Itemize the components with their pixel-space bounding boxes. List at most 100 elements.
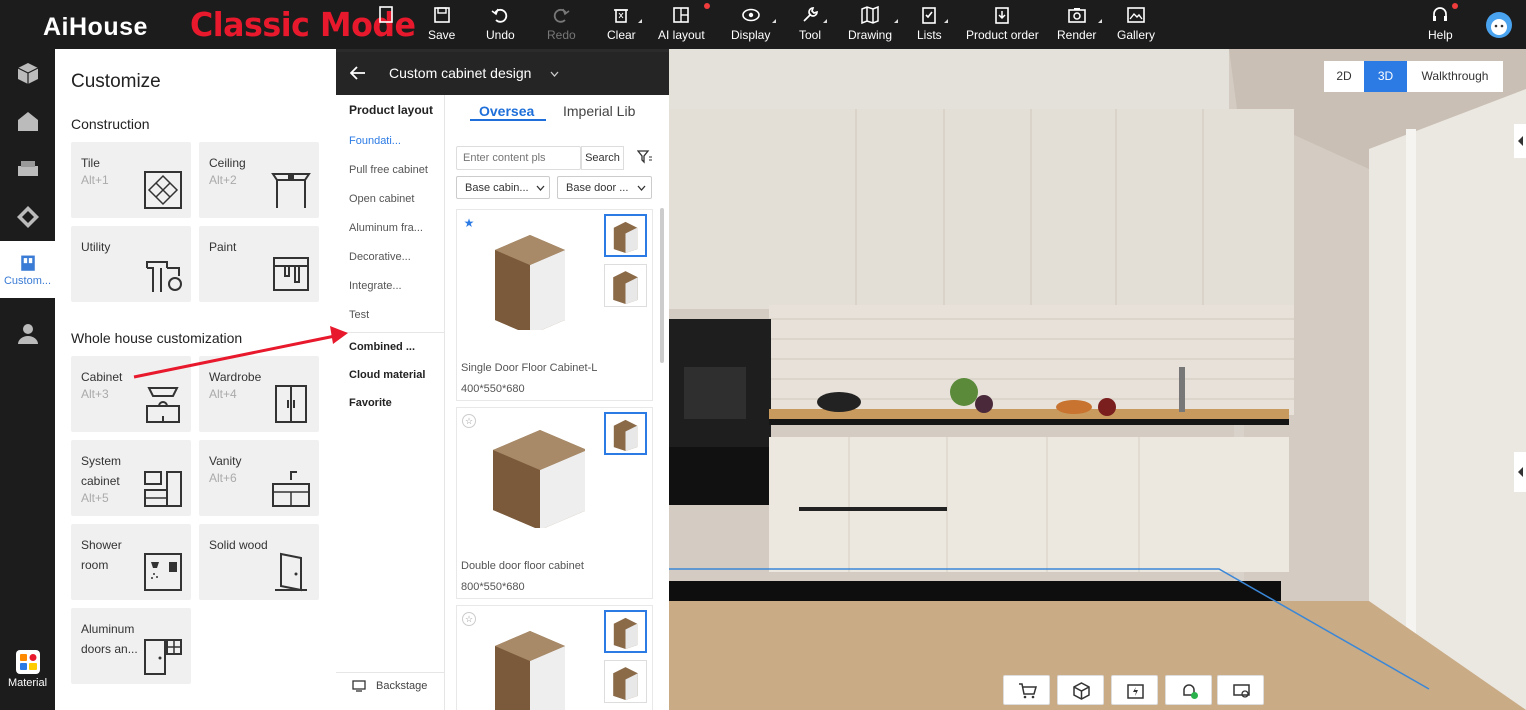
battery-button[interactable]: [1111, 675, 1158, 705]
sidebar-item-furniture[interactable]: [0, 145, 55, 193]
view-walkthrough-button[interactable]: Walkthrough: [1407, 61, 1503, 92]
render-button[interactable]: Render: [1057, 5, 1103, 45]
product-order-button[interactable]: Product order: [966, 5, 1039, 45]
clear-button[interactable]: Clear: [607, 5, 642, 45]
render-label: Render: [1057, 28, 1097, 42]
style-thumb[interactable]: [604, 660, 647, 703]
view-3d-button[interactable]: 3D: [1364, 61, 1407, 92]
undo-button[interactable]: Undo: [486, 5, 515, 45]
back-arrow-icon[interactable]: [350, 66, 366, 80]
favorite-star-icon[interactable]: ★: [462, 216, 476, 230]
paint-card[interactable]: Paint: [199, 226, 319, 302]
category-product-layout[interactable]: Product layout: [349, 103, 433, 117]
base-cabinet-select-value: Base cabin...: [465, 182, 529, 194]
vanity-icon: [272, 471, 310, 507]
sidebar-item-user[interactable]: [0, 309, 55, 357]
screen-settings-button[interactable]: [1217, 675, 1264, 705]
expand-right-panel-button[interactable]: [1514, 452, 1526, 492]
single-door-cabinet-image: [495, 235, 565, 330]
cart-button[interactable]: [1003, 675, 1050, 705]
save-button[interactable]: Save: [428, 5, 455, 45]
undo-icon: [491, 8, 508, 23]
utility-card[interactable]: Utility: [71, 226, 191, 302]
clear-label: Clear: [607, 28, 636, 42]
style-thumb[interactable]: [604, 412, 647, 455]
vanity-card[interactable]: Vanity Alt+6: [199, 440, 319, 516]
designer-title[interactable]: Custom cabinet design: [389, 65, 531, 81]
cube-icon: [1073, 682, 1090, 700]
save-label: Save: [428, 28, 456, 42]
favorite-star-icon[interactable]: ☆: [462, 414, 476, 428]
tool-button[interactable]: Tool: [799, 5, 828, 45]
style-thumb[interactable]: [604, 264, 647, 307]
category-pull-free-cabinet[interactable]: Pull free cabinet: [349, 164, 428, 176]
chevron-down-icon: [536, 185, 545, 191]
gallery-button[interactable]: Gallery: [1117, 5, 1155, 45]
aluminum-doors-name: Aluminum doors an...: [81, 622, 138, 656]
designer-header: Custom cabinet design: [336, 52, 669, 95]
ceiling-card[interactable]: Ceiling Alt+2: [199, 142, 319, 218]
category-test[interactable]: Test: [349, 309, 369, 321]
diamond-icon: [16, 206, 39, 228]
cabinet-icon: [146, 387, 180, 423]
sidebar-item-model[interactable]: [0, 49, 55, 97]
wardrobe-card[interactable]: Wardrobe Alt+4: [199, 356, 319, 432]
document-icon-button[interactable]: [376, 5, 396, 45]
search-input[interactable]: [456, 146, 581, 170]
category-integrated[interactable]: Integrate...: [349, 280, 402, 292]
style-thumb[interactable]: [604, 214, 647, 257]
panel-title: Customize: [71, 71, 161, 92]
system-cabinet-card[interactable]: System cabinet Alt+5: [71, 440, 191, 516]
sidebar-item-customize[interactable]: Custom...: [0, 241, 55, 298]
sidebar-item-material[interactable]: Material: [0, 639, 55, 699]
tile-card[interactable]: Tile Alt+1: [71, 142, 191, 218]
sidebar-item-house[interactable]: [0, 97, 55, 145]
product-card[interactable]: ☆: [456, 605, 653, 710]
category-combined[interactable]: Combined ...: [349, 341, 415, 353]
redo-button[interactable]: Redo: [547, 5, 576, 45]
category-open-cabinet[interactable]: Open cabinet: [349, 193, 414, 205]
product-list-scrollbar[interactable]: [660, 208, 664, 363]
user-avatar[interactable]: [1486, 12, 1512, 38]
solid-wood-card[interactable]: Solid wood: [199, 524, 319, 600]
search-button[interactable]: Search: [581, 146, 624, 170]
cabinet-card[interactable]: Cabinet Alt+3: [71, 356, 191, 432]
tile-name: Tile: [81, 156, 100, 170]
material-icon: [15, 650, 40, 674]
vanity-name: Vanity: [209, 454, 242, 468]
backstage-button[interactable]: Backstage: [352, 680, 427, 692]
filter-icon[interactable]: [637, 150, 653, 164]
notification-button[interactable]: [1165, 675, 1212, 705]
help-button[interactable]: Help: [1428, 3, 1458, 45]
paint-name: Paint: [209, 240, 237, 254]
category-decorative[interactable]: Decorative...: [349, 251, 411, 263]
style-thumb[interactable]: [604, 610, 647, 653]
chevron-left-icon: [1518, 136, 1523, 146]
category-aluminum-frame[interactable]: Aluminum fra...: [349, 222, 423, 234]
sidebar-item-decor[interactable]: [0, 193, 55, 241]
tab-imperial-lib[interactable]: Imperial Lib: [563, 103, 635, 119]
tab-oversea[interactable]: Oversea: [479, 103, 534, 119]
category-foundation[interactable]: Foundati...: [349, 135, 401, 147]
door-icon: [275, 552, 307, 592]
cabinet-thumb-image: [613, 419, 638, 452]
drawing-button[interactable]: Drawing: [848, 5, 899, 45]
shower-room-card[interactable]: Shower room: [71, 524, 191, 600]
favorite-star-icon[interactable]: ☆: [462, 612, 476, 626]
ai-layout-button[interactable]: AI layout: [658, 3, 710, 45]
collapse-right-panel-button[interactable]: [1514, 124, 1526, 158]
wardrobe-icon: [275, 385, 307, 423]
product-name: Single Door Floor Cabinet-L: [461, 362, 598, 374]
product-card[interactable]: ☆ Double door floor cabinet 800*550*680: [456, 407, 653, 599]
cube-button[interactable]: [1057, 675, 1104, 705]
display-button[interactable]: Display: [731, 5, 777, 45]
view-2d-button[interactable]: 2D: [1324, 61, 1364, 92]
product-card[interactable]: ★ Single Door Floor Cabinet-L 400*550*68…: [456, 209, 653, 401]
category-favorite[interactable]: Favorite: [349, 397, 392, 409]
ceiling-icon: [271, 173, 311, 208]
lists-button[interactable]: Lists: [917, 5, 948, 45]
customize-icon: [20, 255, 35, 271]
category-cloud-material[interactable]: Cloud material: [349, 369, 425, 381]
scene-viewport[interactable]: 2D 3D Walkthrough: [669, 49, 1526, 710]
aluminum-doors-card[interactable]: Aluminum doors an...: [71, 608, 191, 684]
